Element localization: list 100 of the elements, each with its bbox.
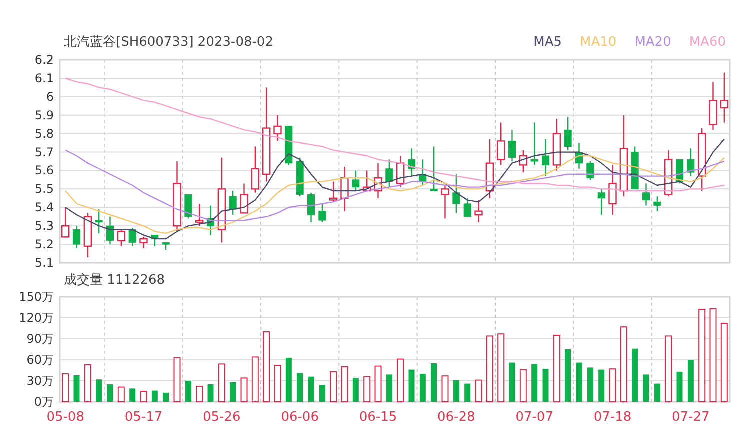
volume-bar xyxy=(330,371,338,402)
date-label: 05-08 xyxy=(46,410,84,425)
volume-bar xyxy=(676,372,683,402)
candlestick xyxy=(720,72,729,123)
volume-bar xyxy=(486,336,494,402)
candlestick xyxy=(106,216,114,245)
legend-label: MA10 xyxy=(580,34,617,50)
volume-bar xyxy=(62,374,70,402)
candlestick xyxy=(274,115,282,142)
candlestick xyxy=(441,186,450,219)
date-label: 06-28 xyxy=(438,410,476,425)
volume-bar xyxy=(196,386,204,402)
volume-bar xyxy=(74,375,80,402)
volume-bar xyxy=(532,364,538,402)
volume-bar xyxy=(240,378,248,402)
volume-bar xyxy=(576,362,582,402)
volume-bar xyxy=(598,370,605,402)
axis-label: 30万 xyxy=(26,374,54,388)
volume-bar xyxy=(174,357,181,402)
date-label: 05-17 xyxy=(124,410,163,425)
volume-bar xyxy=(185,381,192,402)
legend-label: MA20 xyxy=(634,34,672,50)
candlestick xyxy=(698,128,706,192)
volume-bar xyxy=(464,384,471,402)
volume-bar xyxy=(152,390,158,402)
candlestick xyxy=(598,189,606,216)
candlestick xyxy=(654,196,662,212)
volume-bar xyxy=(252,356,259,402)
volume-bar xyxy=(274,365,282,402)
candlestick xyxy=(664,150,673,197)
axis-label: 150万 xyxy=(19,290,54,304)
axis-label: 5.3 xyxy=(34,219,54,234)
candlestick xyxy=(285,126,293,166)
candlestick xyxy=(486,139,494,198)
volume-bar xyxy=(130,388,136,402)
date-label: 05-26 xyxy=(203,410,241,425)
candlestick xyxy=(61,208,70,238)
candlestick xyxy=(408,148,416,176)
volume-bar xyxy=(397,358,404,402)
volume-bar xyxy=(420,374,426,402)
date-label: 07-18 xyxy=(594,410,632,425)
axis-label: 5.8 xyxy=(34,126,54,141)
axis-label: 6.1 xyxy=(34,71,54,86)
volume-bar xyxy=(208,384,214,402)
candlestick xyxy=(709,82,718,130)
volume-bar xyxy=(520,369,527,402)
volume-bar xyxy=(442,376,449,402)
volume-bar xyxy=(609,368,616,402)
axis-label: 90万 xyxy=(26,332,54,346)
volume-bar xyxy=(163,392,170,402)
candlestick xyxy=(419,160,427,186)
volume-bar xyxy=(654,384,660,402)
candlestick xyxy=(631,146,639,190)
candlestick xyxy=(687,148,695,176)
candlestick xyxy=(586,162,594,180)
candlestick xyxy=(95,209,103,234)
candlestick xyxy=(362,170,372,192)
candlestick xyxy=(195,204,204,226)
legend-label: MA60 xyxy=(689,34,726,50)
volume-bar xyxy=(475,380,482,402)
candlestick xyxy=(676,159,684,184)
volume-bar xyxy=(386,374,392,402)
date-label: 07-07 xyxy=(516,410,554,425)
volume-bar xyxy=(453,380,460,402)
candlestick xyxy=(340,167,349,212)
candlestick xyxy=(117,230,126,246)
volume-bar xyxy=(553,335,560,402)
candlestick xyxy=(508,130,516,162)
volume-bar xyxy=(352,378,359,402)
candlestick xyxy=(207,206,214,236)
volume-bar xyxy=(118,386,125,402)
volume-bar xyxy=(498,334,505,402)
candlestick xyxy=(308,192,315,222)
candlestick xyxy=(519,150,528,173)
volume-bar xyxy=(96,380,102,402)
chart-title: 北汽蓝谷[SH600733] 2023-08-02 xyxy=(64,34,274,51)
axis-label: 0万 xyxy=(34,395,54,409)
volume-bar xyxy=(643,374,650,402)
candlestick xyxy=(184,194,192,219)
axis-label: 5.7 xyxy=(34,145,54,160)
candlestick xyxy=(642,184,650,206)
volume-bar xyxy=(364,376,371,402)
axis-label: 5.6 xyxy=(34,164,54,178)
axis-label: 6.2 xyxy=(34,53,54,67)
axis-label: 5.9 xyxy=(34,108,54,122)
volume-bar xyxy=(408,370,415,402)
candlestick xyxy=(296,158,304,197)
candlestick xyxy=(564,117,572,150)
volume-bar xyxy=(140,391,148,402)
candlestick xyxy=(318,204,326,222)
candlestick xyxy=(73,226,80,248)
volume-bar xyxy=(107,384,114,402)
axis-label: 60万 xyxy=(26,353,54,367)
candlestick xyxy=(128,228,136,246)
legend-label: MA5 xyxy=(534,34,562,50)
volume-bar xyxy=(632,348,638,402)
candlestick xyxy=(374,163,382,198)
volume-bar xyxy=(565,350,572,402)
candlestick xyxy=(140,237,148,248)
axis-label: 5.2 xyxy=(34,238,54,252)
